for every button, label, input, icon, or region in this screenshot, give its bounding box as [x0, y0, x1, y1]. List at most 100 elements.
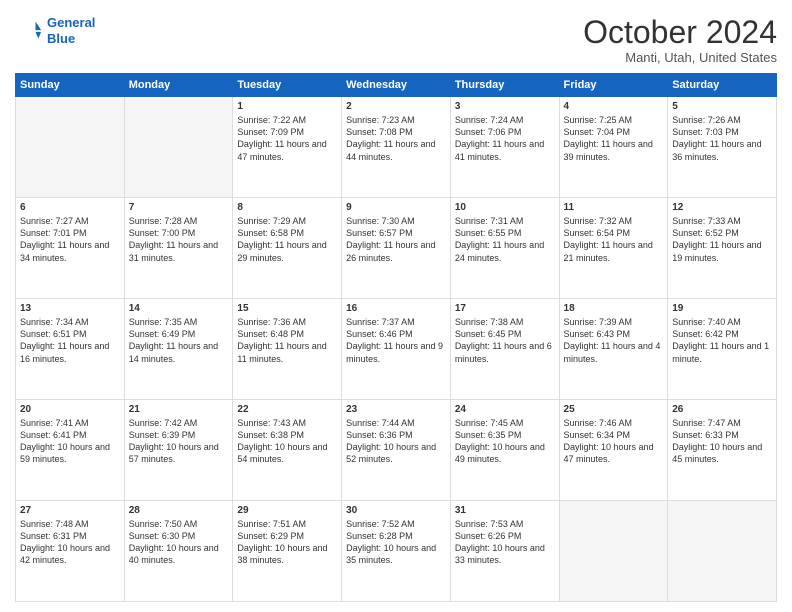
col-wednesday: Wednesday — [342, 74, 451, 97]
calendar-cell: 26Sunrise: 7:47 AM Sunset: 6:33 PM Dayli… — [668, 400, 777, 501]
day-number: 3 — [455, 100, 555, 113]
day-number: 28 — [129, 504, 229, 517]
day-number: 19 — [672, 302, 772, 315]
calendar-cell: 9Sunrise: 7:30 AM Sunset: 6:57 PM Daylig… — [342, 198, 451, 299]
day-number: 14 — [129, 302, 229, 315]
day-number: 10 — [455, 201, 555, 214]
calendar-cell: 25Sunrise: 7:46 AM Sunset: 6:34 PM Dayli… — [559, 400, 668, 501]
day-info: Sunrise: 7:28 AM Sunset: 7:00 PM Dayligh… — [129, 215, 229, 264]
location: Manti, Utah, United States — [583, 50, 777, 65]
calendar-container: General Blue October 2024 Manti, Utah, U… — [0, 0, 792, 612]
day-info: Sunrise: 7:40 AM Sunset: 6:42 PM Dayligh… — [672, 316, 772, 365]
week-row-2: 13Sunrise: 7:34 AM Sunset: 6:51 PM Dayli… — [16, 299, 777, 400]
day-info: Sunrise: 7:27 AM Sunset: 7:01 PM Dayligh… — [20, 215, 120, 264]
calendar-cell: 28Sunrise: 7:50 AM Sunset: 6:30 PM Dayli… — [124, 501, 233, 602]
day-number: 8 — [237, 201, 337, 214]
calendar-cell: 16Sunrise: 7:37 AM Sunset: 6:46 PM Dayli… — [342, 299, 451, 400]
day-info: Sunrise: 7:23 AM Sunset: 7:08 PM Dayligh… — [346, 114, 446, 163]
calendar-cell: 6Sunrise: 7:27 AM Sunset: 7:01 PM Daylig… — [16, 198, 125, 299]
calendar-cell: 12Sunrise: 7:33 AM Sunset: 6:52 PM Dayli… — [668, 198, 777, 299]
calendar-cell: 29Sunrise: 7:51 AM Sunset: 6:29 PM Dayli… — [233, 501, 342, 602]
day-info: Sunrise: 7:47 AM Sunset: 6:33 PM Dayligh… — [672, 417, 772, 466]
day-info: Sunrise: 7:33 AM Sunset: 6:52 PM Dayligh… — [672, 215, 772, 264]
calendar-cell: 1Sunrise: 7:22 AM Sunset: 7:09 PM Daylig… — [233, 97, 342, 198]
day-number: 4 — [564, 100, 664, 113]
day-number: 26 — [672, 403, 772, 416]
title-block: October 2024 Manti, Utah, United States — [583, 15, 777, 65]
day-info: Sunrise: 7:39 AM Sunset: 6:43 PM Dayligh… — [564, 316, 664, 365]
calendar-cell: 7Sunrise: 7:28 AM Sunset: 7:00 PM Daylig… — [124, 198, 233, 299]
day-number: 23 — [346, 403, 446, 416]
col-saturday: Saturday — [668, 74, 777, 97]
calendar-cell: 13Sunrise: 7:34 AM Sunset: 6:51 PM Dayli… — [16, 299, 125, 400]
calendar-cell: 24Sunrise: 7:45 AM Sunset: 6:35 PM Dayli… — [450, 400, 559, 501]
day-number: 22 — [237, 403, 337, 416]
calendar-cell: 23Sunrise: 7:44 AM Sunset: 6:36 PM Dayli… — [342, 400, 451, 501]
calendar-cell: 14Sunrise: 7:35 AM Sunset: 6:49 PM Dayli… — [124, 299, 233, 400]
calendar-cell: 4Sunrise: 7:25 AM Sunset: 7:04 PM Daylig… — [559, 97, 668, 198]
day-info: Sunrise: 7:26 AM Sunset: 7:03 PM Dayligh… — [672, 114, 772, 163]
day-number: 27 — [20, 504, 120, 517]
day-info: Sunrise: 7:50 AM Sunset: 6:30 PM Dayligh… — [129, 518, 229, 567]
weekday-header-row: Sunday Monday Tuesday Wednesday Thursday… — [16, 74, 777, 97]
week-row-1: 6Sunrise: 7:27 AM Sunset: 7:01 PM Daylig… — [16, 198, 777, 299]
day-number: 25 — [564, 403, 664, 416]
day-info: Sunrise: 7:32 AM Sunset: 6:54 PM Dayligh… — [564, 215, 664, 264]
day-number: 21 — [129, 403, 229, 416]
day-number: 17 — [455, 302, 555, 315]
col-tuesday: Tuesday — [233, 74, 342, 97]
calendar-cell: 19Sunrise: 7:40 AM Sunset: 6:42 PM Dayli… — [668, 299, 777, 400]
calendar-cell: 8Sunrise: 7:29 AM Sunset: 6:58 PM Daylig… — [233, 198, 342, 299]
calendar-cell: 30Sunrise: 7:52 AM Sunset: 6:28 PM Dayli… — [342, 501, 451, 602]
day-info: Sunrise: 7:53 AM Sunset: 6:26 PM Dayligh… — [455, 518, 555, 567]
day-number: 1 — [237, 100, 337, 113]
day-number: 18 — [564, 302, 664, 315]
day-info: Sunrise: 7:24 AM Sunset: 7:06 PM Dayligh… — [455, 114, 555, 163]
logo: General Blue — [15, 15, 95, 46]
calendar-cell — [668, 501, 777, 602]
day-number: 9 — [346, 201, 446, 214]
col-monday: Monday — [124, 74, 233, 97]
col-thursday: Thursday — [450, 74, 559, 97]
calendar-cell: 17Sunrise: 7:38 AM Sunset: 6:45 PM Dayli… — [450, 299, 559, 400]
day-number: 16 — [346, 302, 446, 315]
calendar-cell: 3Sunrise: 7:24 AM Sunset: 7:06 PM Daylig… — [450, 97, 559, 198]
day-number: 11 — [564, 201, 664, 214]
calendar-cell: 11Sunrise: 7:32 AM Sunset: 6:54 PM Dayli… — [559, 198, 668, 299]
calendar-cell — [559, 501, 668, 602]
day-number: 13 — [20, 302, 120, 315]
calendar-cell — [124, 97, 233, 198]
week-row-3: 20Sunrise: 7:41 AM Sunset: 6:41 PM Dayli… — [16, 400, 777, 501]
calendar-table: Sunday Monday Tuesday Wednesday Thursday… — [15, 73, 777, 602]
calendar-cell — [16, 97, 125, 198]
calendar-cell: 21Sunrise: 7:42 AM Sunset: 6:39 PM Dayli… — [124, 400, 233, 501]
calendar-cell: 27Sunrise: 7:48 AM Sunset: 6:31 PM Dayli… — [16, 501, 125, 602]
day-info: Sunrise: 7:30 AM Sunset: 6:57 PM Dayligh… — [346, 215, 446, 264]
day-info: Sunrise: 7:29 AM Sunset: 6:58 PM Dayligh… — [237, 215, 337, 264]
day-number: 12 — [672, 201, 772, 214]
day-number: 2 — [346, 100, 446, 113]
col-friday: Friday — [559, 74, 668, 97]
day-info: Sunrise: 7:52 AM Sunset: 6:28 PM Dayligh… — [346, 518, 446, 567]
day-info: Sunrise: 7:37 AM Sunset: 6:46 PM Dayligh… — [346, 316, 446, 365]
day-info: Sunrise: 7:22 AM Sunset: 7:09 PM Dayligh… — [237, 114, 337, 163]
logo-icon — [15, 17, 43, 45]
day-info: Sunrise: 7:31 AM Sunset: 6:55 PM Dayligh… — [455, 215, 555, 264]
day-info: Sunrise: 7:45 AM Sunset: 6:35 PM Dayligh… — [455, 417, 555, 466]
day-info: Sunrise: 7:43 AM Sunset: 6:38 PM Dayligh… — [237, 417, 337, 466]
calendar-cell: 15Sunrise: 7:36 AM Sunset: 6:48 PM Dayli… — [233, 299, 342, 400]
calendar-cell: 2Sunrise: 7:23 AM Sunset: 7:08 PM Daylig… — [342, 97, 451, 198]
day-info: Sunrise: 7:36 AM Sunset: 6:48 PM Dayligh… — [237, 316, 337, 365]
day-info: Sunrise: 7:48 AM Sunset: 6:31 PM Dayligh… — [20, 518, 120, 567]
day-number: 6 — [20, 201, 120, 214]
calendar-cell: 10Sunrise: 7:31 AM Sunset: 6:55 PM Dayli… — [450, 198, 559, 299]
calendar-cell: 31Sunrise: 7:53 AM Sunset: 6:26 PM Dayli… — [450, 501, 559, 602]
calendar-cell: 5Sunrise: 7:26 AM Sunset: 7:03 PM Daylig… — [668, 97, 777, 198]
day-info: Sunrise: 7:38 AM Sunset: 6:45 PM Dayligh… — [455, 316, 555, 365]
day-info: Sunrise: 7:25 AM Sunset: 7:04 PM Dayligh… — [564, 114, 664, 163]
day-info: Sunrise: 7:51 AM Sunset: 6:29 PM Dayligh… — [237, 518, 337, 567]
day-number: 7 — [129, 201, 229, 214]
day-number: 29 — [237, 504, 337, 517]
calendar-cell: 18Sunrise: 7:39 AM Sunset: 6:43 PM Dayli… — [559, 299, 668, 400]
logo-text: General Blue — [47, 15, 95, 46]
